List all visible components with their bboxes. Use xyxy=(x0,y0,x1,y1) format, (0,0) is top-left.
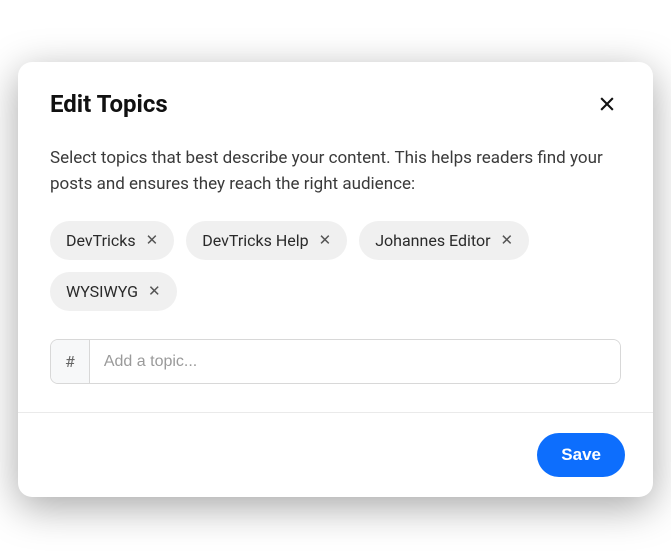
tag-chip: DevTricks Help ✕ xyxy=(186,221,347,260)
tag-chip: DevTricks ✕ xyxy=(50,221,174,260)
tag-label: WYSIWYG xyxy=(66,282,138,301)
save-button[interactable]: Save xyxy=(537,433,625,477)
tag-chip: Johannes Editor ✕ xyxy=(359,221,529,260)
tag-label: DevTricks xyxy=(66,231,136,250)
tag-chip: WYSIWYG ✕ xyxy=(50,272,177,311)
x-icon: ✕ xyxy=(501,233,514,248)
modal-description: Select topics that best describe your co… xyxy=(50,146,621,197)
edit-topics-modal: Edit Topics Select topics that best desc… xyxy=(18,62,653,497)
tag-label: Johannes Editor xyxy=(375,231,490,250)
tag-remove-button[interactable]: ✕ xyxy=(501,233,514,248)
close-button[interactable] xyxy=(593,90,621,118)
modal-footer: Save xyxy=(18,412,653,497)
input-prefix: # xyxy=(51,340,90,383)
tag-label: DevTricks Help xyxy=(202,231,308,250)
close-icon xyxy=(597,94,617,114)
modal-header: Edit Topics xyxy=(18,62,653,130)
topic-input-group: # xyxy=(50,339,621,384)
modal-title: Edit Topics xyxy=(50,90,168,118)
x-icon: ✕ xyxy=(148,284,161,299)
x-icon: ✕ xyxy=(319,233,332,248)
tag-remove-button[interactable]: ✕ xyxy=(146,233,159,248)
tags-container: DevTricks ✕ DevTricks Help ✕ Johannes Ed… xyxy=(50,221,621,311)
modal-body: Select topics that best describe your co… xyxy=(18,130,653,412)
x-icon: ✕ xyxy=(146,233,159,248)
topic-input[interactable] xyxy=(90,340,620,383)
tag-remove-button[interactable]: ✕ xyxy=(148,284,161,299)
tag-remove-button[interactable]: ✕ xyxy=(319,233,332,248)
